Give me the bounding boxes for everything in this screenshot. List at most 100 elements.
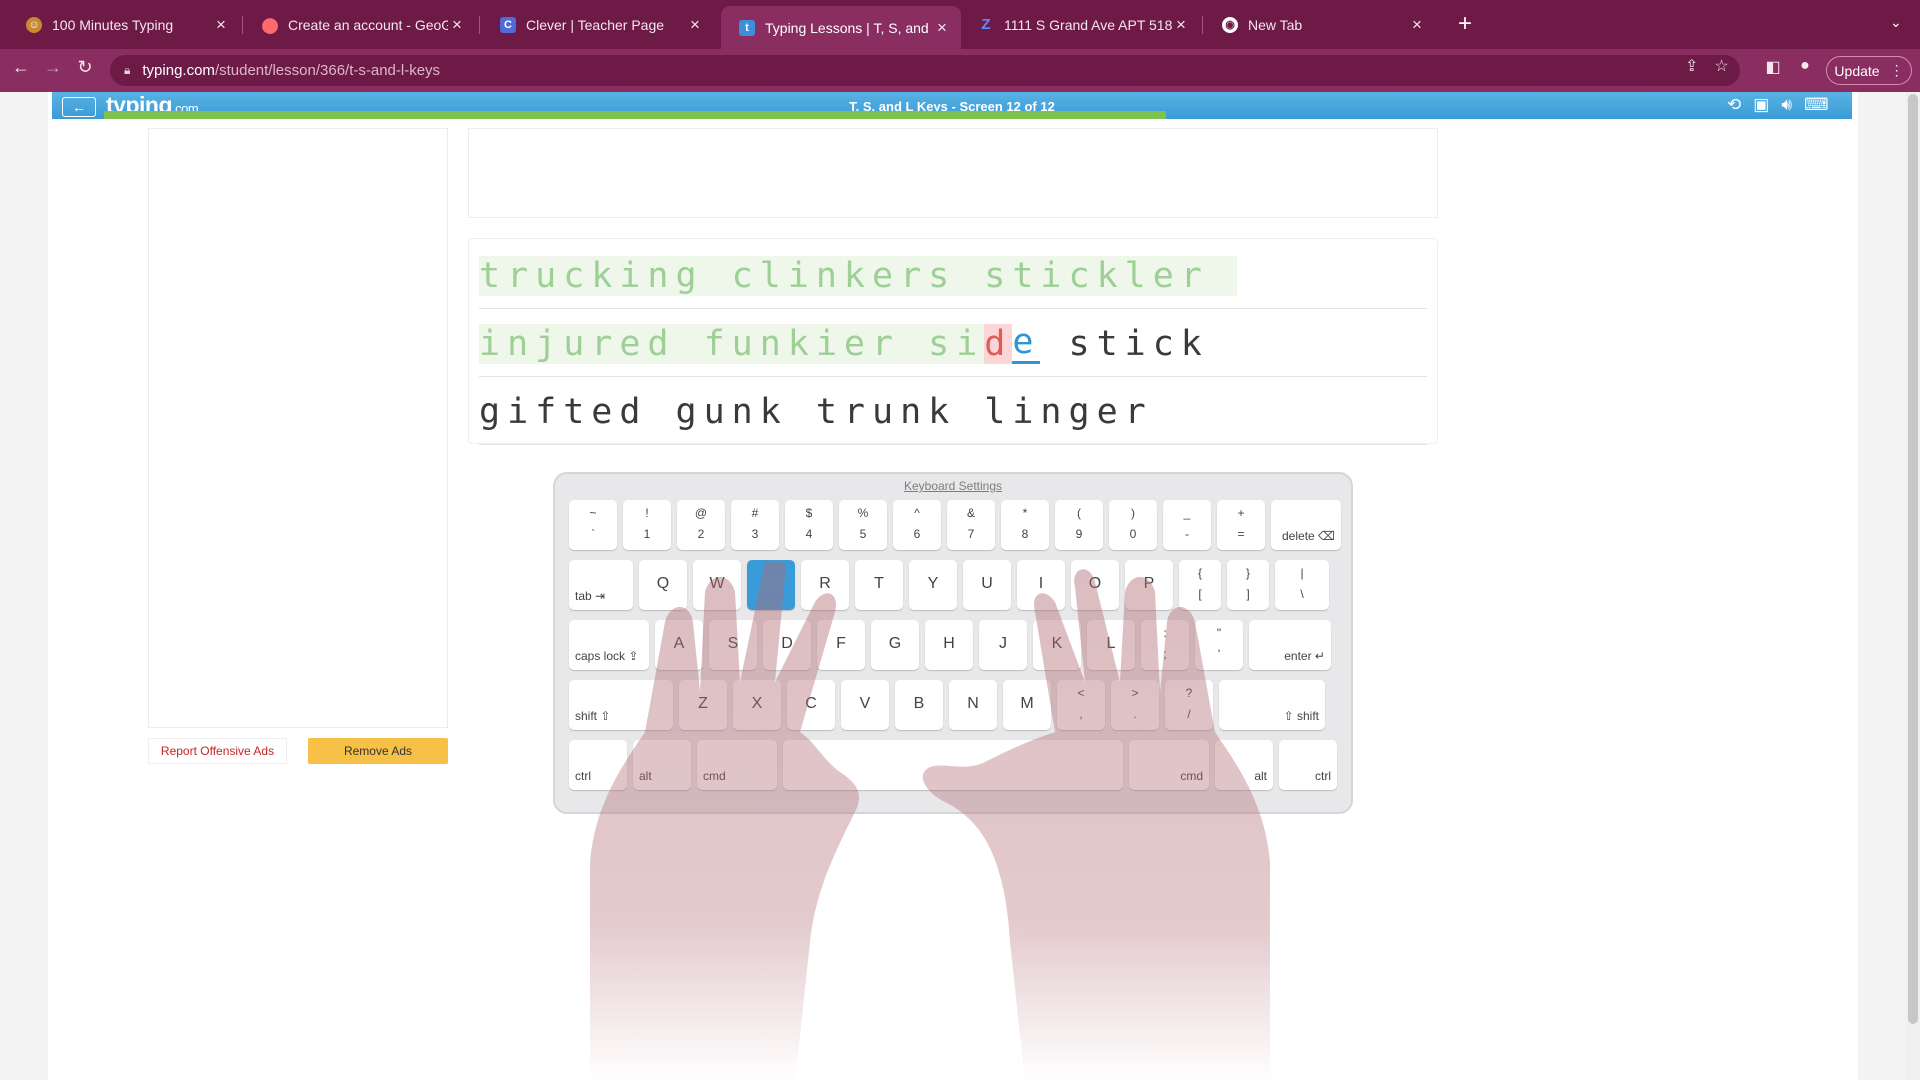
key-t[interactable]: T <box>855 560 903 610</box>
key-q[interactable]: Q <box>639 560 687 610</box>
key-x[interactable]: X <box>733 680 781 730</box>
clever-c-icon: C <box>500 16 516 33</box>
key-cmd-right[interactable]: cmd <box>1129 740 1209 790</box>
key-r[interactable]: R <box>801 560 849 610</box>
key-w[interactable]: W <box>693 560 741 610</box>
key-b[interactable]: B <box>895 680 943 730</box>
captions-icon[interactable]: ▣ <box>1753 95 1769 115</box>
key-0[interactable]: ) 0 <box>1109 500 1157 550</box>
key-shift-left[interactable]: shift ⇧ <box>569 680 673 730</box>
close-tab-icon[interactable]: × <box>933 18 951 38</box>
key-o[interactable]: O <box>1071 560 1119 610</box>
key-h[interactable]: H <box>925 620 973 670</box>
key-6[interactable]: ^ 6 <box>893 500 941 550</box>
key-cmd-left[interactable]: cmd <box>697 740 777 790</box>
key-z[interactable]: Z <box>679 680 727 730</box>
back-arrow-icon[interactable]: ← <box>8 57 34 78</box>
key-caps-lock[interactable]: caps lock ⇪ <box>569 620 649 670</box>
key-bottom-symbol-2[interactable]: ? / <box>1165 680 1213 730</box>
close-tab-icon[interactable]: × <box>1408 15 1426 35</box>
key-y[interactable]: Y <box>909 560 957 610</box>
remove-ads-button[interactable]: Remove Ads <box>308 738 448 764</box>
key-shift-label: ? <box>1185 686 1193 700</box>
keyboard-icon[interactable]: ⌨ <box>1804 95 1829 115</box>
update-button[interactable]: Update ⋮ <box>1826 56 1912 85</box>
address-bar[interactable]: 🔒︎ typing.com/student/lesson/366/t-s-and… <box>110 55 1740 86</box>
key-bottom-symbol-1[interactable]: >. <box>1111 680 1159 730</box>
side-panel-icon[interactable]: ◧ <box>1760 57 1786 77</box>
key-label: , <box>1079 707 1083 721</box>
key-8[interactable]: * 8 <box>1001 500 1049 550</box>
forward-arrow-icon[interactable]: → <box>40 57 66 78</box>
key-2[interactable]: @2 <box>677 500 725 550</box>
close-tab-icon[interactable]: × <box>448 15 466 35</box>
keyboard-row-top: tab ⇥ Q W E R T Y U I O P{[}] | \ <box>569 560 1329 610</box>
key-f[interactable]: F <box>817 620 865 670</box>
tab-100-minutes-typing[interactable]: ☺ 100 Minutes Typing × <box>8 6 240 43</box>
key-symbol-1[interactable]: }] <box>1227 560 1269 610</box>
key-home-symbol-1[interactable]: " ' <box>1195 620 1243 670</box>
key-1[interactable]: ! 1 <box>623 500 671 550</box>
key-=[interactable]: + = <box>1217 500 1265 550</box>
key-s[interactable]: S <box>709 620 757 670</box>
key-m[interactable]: M <box>1003 680 1051 730</box>
key-symbol-0[interactable]: {[ <box>1179 560 1221 610</box>
key-home-symbol-0[interactable]: :; <box>1141 620 1189 670</box>
location-pin-icon: ⬤ <box>261 16 279 34</box>
profile-avatar-icon[interactable]: ● <box>1792 57 1818 75</box>
tab-clever[interactable]: C Clever | Teacher Page × <box>482 6 714 43</box>
tab-zillow[interactable]: Z 1111 S Grand Ave APT 518, Los × <box>960 6 1200 43</box>
close-tab-icon[interactable]: × <box>1172 15 1190 35</box>
key-7[interactable]: & 7 <box>947 500 995 550</box>
new-tab-button[interactable]: + <box>1452 10 1478 38</box>
report-offensive-ads-button[interactable]: Report Offensive Ads <box>148 738 287 764</box>
close-tab-icon[interactable]: × <box>686 15 704 35</box>
tab-new-tab[interactable]: ◉ New Tab × <box>1204 6 1436 43</box>
key-k[interactable]: K <box>1033 620 1081 670</box>
key-9[interactable]: (9 <box>1055 500 1103 550</box>
key-d[interactable]: D <box>763 620 811 670</box>
key-ctrl-left[interactable]: ctrl <box>569 740 627 790</box>
history-icon[interactable]: ⟲ <box>1727 95 1741 115</box>
key-e[interactable]: E <box>747 560 795 610</box>
key-tab[interactable]: tab ⇥ <box>569 560 633 610</box>
tab-search-chevron-icon[interactable]: ⌄ <box>1890 14 1902 31</box>
key-ctrl-right[interactable]: ctrl <box>1279 740 1337 790</box>
reload-icon[interactable]: ↻ <box>72 57 98 78</box>
key-a[interactable]: A <box>655 620 703 670</box>
keyboard-settings-link[interactable]: Keyboard Settings <box>555 479 1351 493</box>
key-4[interactable]: $4 <box>785 500 833 550</box>
volume-icon[interactable]: 🔊︎ <box>1781 95 1792 115</box>
key--[interactable]: _ - <box>1163 500 1211 550</box>
key-p[interactable]: P <box>1125 560 1173 610</box>
key-shift-label: > <box>1131 686 1139 700</box>
more-menu-icon[interactable]: ⋮ <box>1890 62 1904 79</box>
key-alt-right[interactable]: alt <box>1215 740 1273 790</box>
key-enter[interactable]: enter ↵ <box>1249 620 1331 670</box>
key-3[interactable]: #3 <box>731 500 779 550</box>
key-u[interactable]: U <box>963 560 1011 610</box>
key-label: G <box>888 635 902 652</box>
key-l[interactable]: L <box>1087 620 1135 670</box>
bookmark-star-icon[interactable]: ☆ <box>1714 56 1728 76</box>
close-tab-icon[interactable]: × <box>212 15 230 35</box>
key-delete[interactable]: delete ⌫ <box>1271 500 1341 550</box>
key-alt-left[interactable]: alt <box>633 740 691 790</box>
typing-text-area[interactable]: trucking clinkers stickler injured funki… <box>468 238 1438 445</box>
tab-geoguessr[interactable]: ⬤ Create an account - GeoGuess × <box>244 6 476 43</box>
key-shift-right[interactable]: ⇧ shift <box>1219 680 1325 730</box>
key-symbol-2[interactable]: | \ <box>1275 560 1329 610</box>
page-scrollbar-thumb[interactable] <box>1908 94 1918 1024</box>
key-n[interactable]: N <box>949 680 997 730</box>
key-5[interactable]: % 5 <box>839 500 887 550</box>
key-bottom-symbol-0[interactable]: <, <box>1057 680 1105 730</box>
key-j[interactable]: J <box>979 620 1027 670</box>
key-c[interactable]: C <box>787 680 835 730</box>
key-`[interactable]: ~ ` <box>569 500 617 550</box>
key-v[interactable]: V <box>841 680 889 730</box>
key-space[interactable] <box>783 740 1123 790</box>
key-i[interactable]: I <box>1017 560 1065 610</box>
share-icon[interactable]: ⇪ <box>1685 56 1698 76</box>
tab-typing-lessons[interactable]: t Typing Lessons | T, S, and L Ke × <box>721 6 961 49</box>
key-g[interactable]: G <box>871 620 919 670</box>
